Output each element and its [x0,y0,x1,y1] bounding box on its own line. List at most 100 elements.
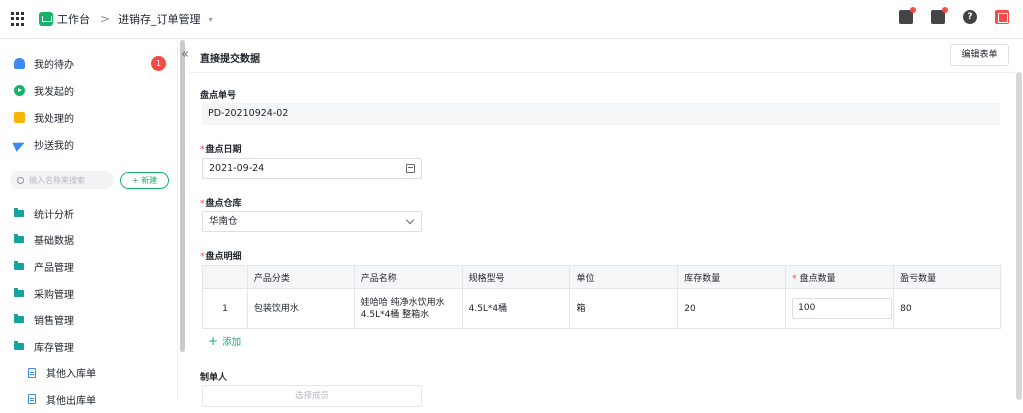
sidebar-item-base-data[interactable]: 基础数据 [0,227,178,254]
required-mark: * [200,145,205,155]
apps-grid-icon[interactable] [11,12,25,26]
user-icon[interactable] [995,10,1009,24]
bell-icon [14,58,25,69]
table-header-row: 产品分类 产品名称 规格型号 单位 库存数量 * 盘点数量 盈亏数量 [202,265,1001,289]
sidebar-item-cc-me[interactable]: 抄送我的 [0,131,177,158]
date-value: 2021-09-24 [209,163,265,174]
column-header-spec: 规格型号 [462,265,571,289]
date-label-text: 盘点日期 [205,145,242,155]
order-no-label: 盘点单号 [200,91,237,101]
document-icon [28,394,36,405]
sidebar-item-label: 抄送我的 [34,141,74,152]
sidebar-item-other-outbound[interactable]: 其他出库单 [0,386,178,413]
sidebar-item-inventory[interactable]: 库存管理 [0,333,178,360]
details-label: *盘点明细 [200,249,242,262]
sidebar-item-label: 我发起的 [34,87,74,98]
cell-stock: 20 [677,288,787,329]
calendar-icon[interactable] [406,164,415,173]
search-box [10,171,114,189]
column-header-count: * 盘点数量 [785,265,895,289]
help-icon[interactable]: ? [963,10,977,24]
edit-form-button[interactable]: 编辑表单 [950,44,1009,66]
workbench-logo-icon[interactable] [39,12,53,26]
workbench-link[interactable]: 工作台 [57,11,90,27]
quick-list: 我的待办 1 我发起的 我处理的 抄送我的 [0,40,177,158]
sidebar-item-label: 采购管理 [34,289,74,301]
cell-category: 包装饮用水 [247,288,355,329]
cell-diff: 80 [893,288,1001,329]
bell-icon[interactable] [931,7,948,24]
member-select[interactable]: 选择成员 [202,385,422,407]
warehouse-label-text: 盘点仓库 [205,199,242,209]
sidebar-item-label: 基础数据 [34,236,74,248]
sidebar-item-purchase[interactable]: 采购管理 [0,280,178,307]
required-mark: * [200,252,205,262]
order-no-value: PD-20210924-02 [202,103,1000,125]
folder-icon [14,314,24,324]
collapse-sidebar-icon[interactable]: « [181,47,189,62]
page-title: 直接提交数据 [200,54,260,65]
warehouse-value: 华南仓 [209,216,238,227]
cell-unit: 箱 [569,288,679,329]
sidebar: 我的待办 1 我发起的 我处理的 抄送我的 + 新建 统计分析 基础数据 产品管… [0,40,178,407]
notification-box-icon[interactable] [899,7,916,24]
sidebar-item-label: 销售管理 [34,316,74,328]
chevron-down-icon [405,215,415,225]
cell-name: 娃哈哈 纯净水饮用水 4.5L*4桶 整箱水 [354,288,463,329]
breadcrumb-separator: > [100,12,111,26]
sidebar-item-processed[interactable]: 我处理的 [0,104,177,131]
column-header-category: 产品分类 [247,265,355,289]
top-bar: 工作台 > 进销存_订单管理 ▾ ? [0,0,1023,39]
column-header-count-text: 盘点数量 [799,273,836,284]
column-header-unit: 单位 [569,265,679,289]
send-icon [12,137,27,152]
column-header-name: 产品名称 [354,265,463,289]
folder-icon [14,234,24,244]
warehouse-label: *盘点仓库 [200,196,242,209]
sidebar-item-label: 统计分析 [34,209,74,221]
sidebar-scrollbar[interactable] [180,40,185,352]
folder-icon [14,207,24,217]
task-icon [14,112,25,123]
table-row[interactable]: 1 包装饮用水 娃哈哈 纯净水饮用水 4.5L*4桶 整箱水 4.5L*4桶 箱… [202,288,1001,329]
maker-label: 制单人 [200,373,228,383]
cell-count: 100 [785,288,895,329]
details-table: 产品分类 产品名称 规格型号 单位 库存数量 * 盘点数量 盈亏数量 1 包装饮用… [202,265,1001,329]
warehouse-select[interactable]: 华南仓 [202,211,422,232]
play-icon [14,85,25,96]
sidebar-item-other-inbound[interactable]: 其他入库单 [0,360,178,387]
date-picker[interactable]: 2021-09-24 [202,158,422,179]
sidebar-item-label: 其他出库单 [46,395,96,407]
sidebar-item-sales[interactable]: 销售管理 [0,306,178,333]
plus-icon: + [208,334,219,348]
details-label-text: 盘点明细 [205,252,242,262]
folder-icon [14,260,24,270]
sidebar-item-label: 我处理的 [34,114,74,125]
sidebar-item-my-todo[interactable]: 我的待办 1 [0,50,177,77]
document-icon [28,367,36,378]
add-row-button[interactable]: + 添加 [208,334,241,348]
app-switch-caret-icon[interactable]: ▾ [209,15,213,24]
required-mark: * [792,273,797,284]
sidebar-search-row: + 新建 [10,171,169,189]
column-header-stock: 库存数量 [677,265,787,289]
sidebar-item-initiated[interactable]: 我发起的 [0,77,177,104]
column-header-index [202,265,248,289]
folder-icon [14,287,24,297]
main-scrollbar[interactable] [1016,72,1022,400]
sidebar-menu: 统计分析 基础数据 产品管理 采购管理 销售管理 库存管理 其他入库单 其他出库… [0,200,178,413]
sidebar-item-label: 其他入库单 [46,369,96,381]
search-input[interactable] [29,175,109,185]
new-button[interactable]: + 新建 [120,171,169,189]
column-header-diff: 盈亏数量 [893,265,1001,289]
required-mark: * [200,199,205,209]
current-app-title[interactable]: 进销存_订单管理 [118,11,201,27]
sidebar-item-label: 库存管理 [34,342,74,354]
cell-spec: 4.5L*4桶 [462,288,571,329]
sidebar-item-statistics[interactable]: 统计分析 [0,200,178,227]
sidebar-item-products[interactable]: 产品管理 [0,253,178,280]
sidebar-item-label: 我的待办 [34,60,74,71]
todo-count-badge: 1 [151,56,166,71]
search-icon [17,176,24,184]
count-input[interactable]: 100 [792,298,893,319]
